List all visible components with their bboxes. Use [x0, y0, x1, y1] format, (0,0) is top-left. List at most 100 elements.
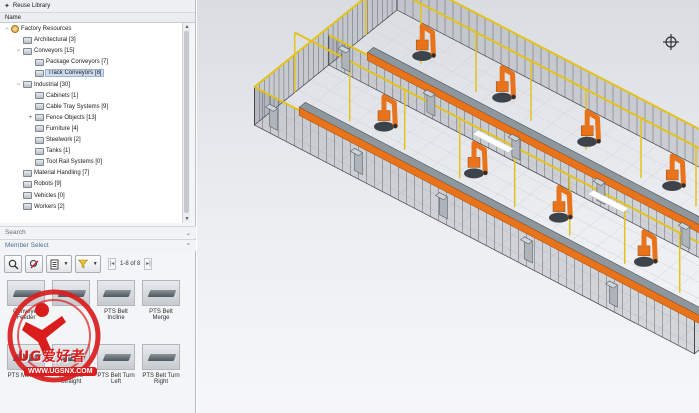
scroll-up-icon[interactable]: ▲: [183, 23, 191, 31]
robot-base: [412, 51, 433, 61]
graphics-viewport[interactable]: [197, 0, 699, 413]
tree-node-label: Track Conveyors [8]: [44, 69, 105, 78]
folder-icon: [35, 125, 44, 133]
expander-icon[interactable]: −: [16, 48, 21, 54]
tree-node[interactable]: + Fence Objects [13]: [28, 113, 96, 123]
view-mode-dropdown[interactable]: ▼: [46, 255, 72, 273]
tree-node[interactable]: Tool Rail Systems [0]: [28, 157, 102, 167]
crosshair-icon[interactable]: [663, 34, 679, 50]
member-tile[interactable]: PTS Belt Turn Right: [141, 344, 181, 406]
tree-node[interactable]: Steelwork [2]: [28, 135, 81, 145]
robot-tool: [681, 183, 686, 188]
robot-base: [374, 121, 394, 132]
member-thumbnail: [142, 344, 180, 370]
first-page-button[interactable]: |◂: [108, 258, 116, 270]
expander-icon[interactable]: +: [28, 115, 33, 121]
robot-base: [492, 92, 513, 103]
robot-base: [577, 136, 598, 147]
tree-node[interactable]: Tanks [1]: [28, 146, 70, 156]
factory-layout-scene: [253, 0, 699, 355]
folder-icon: [23, 81, 32, 88]
robot-base: [634, 256, 654, 267]
tree-node[interactable]: − Conveyors [15]: [16, 46, 74, 56]
reuse-library-panel: ✦ Reuse Library Name − Factory Resources A…: [0, 0, 196, 413]
robot-tool: [393, 123, 398, 129]
search-section-label: Search: [5, 229, 26, 236]
tree-node[interactable]: Cable Tray Systems [9]: [28, 102, 108, 112]
tree-node[interactable]: Furniture [4]: [28, 124, 78, 134]
tree-node[interactable]: Package Conveyors [7]: [28, 57, 108, 67]
search-tool-button[interactable]: [4, 255, 22, 273]
folder-icon: [23, 47, 32, 55]
list-view-icon: [50, 259, 58, 269]
robot-tool: [483, 170, 488, 175]
member-label: PTS Belt Merge: [149, 309, 173, 321]
tree-node-label: Cable Tray Systems [9]: [46, 103, 109, 110]
tree-node[interactable]: Material Handling [7]: [16, 168, 89, 178]
watermark-url: WWW.UGSNX.COM: [24, 367, 97, 376]
robot-base: [464, 168, 484, 179]
member-toolbar: ▼ ▼ |◂ 1-8 of 8 ▸|: [4, 254, 153, 274]
tree-node[interactable]: Architectural [3]: [16, 35, 76, 45]
folder-icon: [35, 136, 44, 144]
folder-icon: [23, 180, 32, 188]
eraser-icon: [29, 259, 38, 268]
tree-node[interactable]: − Factory Resources: [4, 24, 71, 34]
tree-node[interactable]: − Industrial [30]: [16, 80, 70, 90]
magnifier-icon: [8, 259, 18, 269]
folder-icon: [35, 103, 44, 111]
folder-icon: [23, 192, 32, 199]
member-thumbnail: [142, 280, 180, 306]
tree-scrollbar[interactable]: ▲ ▼: [182, 23, 190, 223]
folder-icon: [23, 203, 32, 211]
tree-node-label: Tanks [1]: [46, 148, 71, 155]
chevron-up-icon[interactable]: ⌃: [186, 242, 191, 250]
library-root-icon: [11, 25, 19, 33]
clear-filter-button[interactable]: [25, 255, 43, 273]
pager-text: 1-8 of 8: [120, 261, 141, 267]
name-column-header[interactable]: Name: [0, 13, 195, 23]
tree-node-label: Package Conveyors [7]: [46, 59, 109, 66]
scroll-down-icon[interactable]: ▼: [183, 215, 191, 223]
tree-node[interactable]: Workers [2]: [16, 202, 65, 212]
member-tile[interactable]: PTS Belt Merge: [141, 280, 181, 342]
folder-icon: [23, 36, 32, 44]
tree-node-label: Robots [9]: [34, 181, 62, 188]
last-page-button[interactable]: ▸|: [144, 258, 153, 270]
filter-dropdown[interactable]: ▼: [75, 255, 101, 273]
member-label: PTS Belt Turn Right: [142, 373, 180, 385]
robot-tool: [653, 259, 658, 264]
funnel-icon: [78, 259, 89, 269]
tree-node[interactable]: Vehicles [0]: [16, 191, 65, 201]
scroll-thumb[interactable]: [184, 31, 189, 213]
tree-node-label: Workers [2]: [34, 203, 65, 210]
panel-title: Reuse Library: [12, 3, 51, 9]
member-select-section-header[interactable]: Member Select ⌃: [0, 239, 196, 251]
panel-titlebar: ✦ Reuse Library: [0, 0, 195, 13]
tree-node[interactable]: Track Conveyors [8]: [28, 68, 105, 78]
watermark-text: UG爱好者: [18, 349, 86, 365]
tree-node-label: Material Handling [7]: [34, 170, 90, 177]
search-section-header[interactable]: Search ⌄: [0, 226, 196, 238]
chevron-down-icon[interactable]: ⌄: [186, 229, 191, 237]
folder-icon: [35, 92, 44, 100]
robot-tool: [596, 139, 601, 144]
pager: |◂ 1-8 of 8 ▸|: [108, 258, 153, 270]
member-select-label: Member Select: [5, 242, 49, 249]
tree-node-label: Factory Resources: [21, 26, 72, 32]
tree-node[interactable]: Cabinets [1]: [28, 91, 78, 101]
expander-icon[interactable]: −: [16, 82, 21, 88]
tree-node-label: Vehicles [0]: [34, 192, 65, 199]
tree-node-label: Cabinets [1]: [46, 92, 79, 99]
robot-tool: [568, 214, 573, 220]
folder-icon: [23, 169, 32, 177]
pin-icon[interactable]: ✦: [4, 2, 10, 10]
robot-tool: [511, 94, 516, 100]
tree-node-label: Architectural [3]: [34, 37, 76, 44]
folder-icon: [35, 114, 44, 122]
tree-node-label: Industrial [30]: [34, 81, 71, 88]
expander-icon[interactable]: −: [4, 26, 9, 32]
library-tree: − Factory Resources Architectural [3] − Conv…: [0, 23, 190, 223]
tree-node[interactable]: Robots [9]: [16, 179, 61, 189]
robot-base: [549, 212, 569, 223]
